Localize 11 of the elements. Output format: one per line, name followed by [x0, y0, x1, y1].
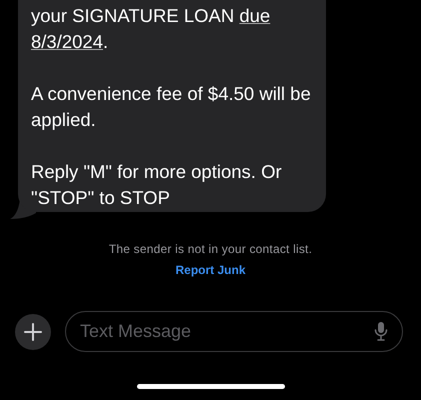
microphone-icon[interactable]: [374, 321, 388, 341]
message-paragraph: your SIGNATURE LOAN due 8/3/2024.: [31, 4, 272, 54]
report-junk-link[interactable]: Report Junk: [175, 263, 246, 277]
date-link[interactable]: 8/3/2024: [31, 31, 104, 52]
message-paragraph: A convenience fee of $4.50 will be applied.: [31, 82, 312, 132]
date-link[interactable]: due: [239, 5, 270, 26]
notice-text: The sender is not in your contact list.: [108, 242, 312, 256]
message-paragraph: Reply "M" for more options. Or "STOP" to STOP: [31, 160, 283, 210]
add-button[interactable]: [15, 314, 51, 350]
message-field[interactable]: Text Message: [65, 311, 403, 352]
plus-icon: [24, 322, 42, 340]
